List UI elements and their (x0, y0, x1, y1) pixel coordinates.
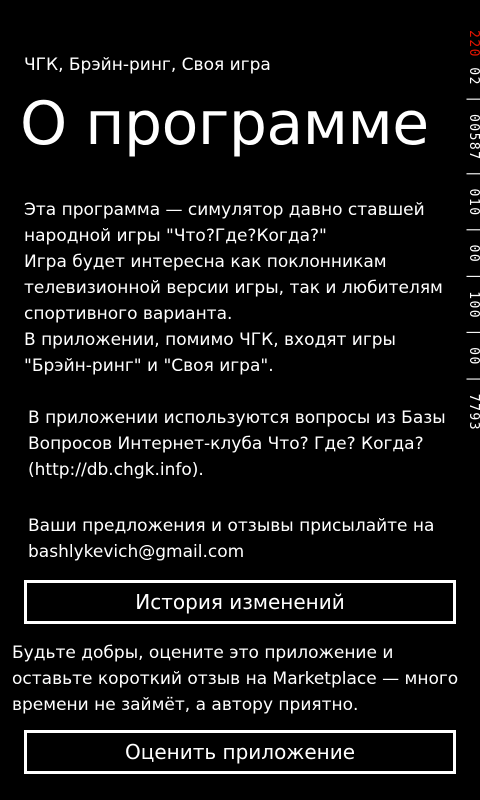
description-line: В приложении, помимо ЧГК, входят игры (24, 330, 396, 350)
feedback-line: Ваши предложения и отзывы присылайте на (28, 516, 435, 536)
description-text: Эта программа — симулятор давно ставшей … (24, 197, 443, 379)
feedback-text: Ваши предложения и отзывы присылайте на … (28, 513, 434, 565)
rate-request-line: времени не займёт, а автору приятно. (12, 695, 359, 715)
page-title: О программе (20, 89, 429, 159)
database-info-line: (http://db.chgk.info). (28, 460, 204, 480)
memory-counter-value: 02 | 00587 | 010 | 00 | 100 | 00 | 7793 (466, 57, 480, 432)
description-line: "Брэйн-ринг" и "Своя игра". (24, 356, 274, 376)
description-line: Эта программа — симулятор давно ставшей (24, 200, 425, 220)
memory-counter-overlay: 220 02 | 00587 | 010 | 00 | 100 | 00 | 7… (466, 30, 480, 431)
feedback-email: bashlykevich@gmail.com (28, 542, 245, 562)
rate-app-button[interactable]: Оценить приложение (24, 730, 456, 774)
rate-request-line: оставьте короткий отзыв на Marketplace —… (12, 669, 459, 689)
description-line: спортивного варианта. (24, 304, 233, 324)
rate-request-line: Будьте добры, оцените это приложение и (12, 643, 394, 663)
database-info-line: В приложении используются вопросы из Баз… (28, 408, 446, 428)
description-line: Игра будет интересна как поклонникам (24, 252, 387, 272)
history-button[interactable]: История изменений (24, 580, 456, 624)
rate-request-text: Будьте добры, оцените это приложение и о… (12, 640, 458, 718)
database-info-text: В приложении используются вопросы из Баз… (28, 405, 446, 483)
description-line: телевизионной версии игры, так и любител… (24, 278, 443, 298)
memory-counter-accent: 220 (466, 30, 480, 58)
app-title: ЧГК, Брэйн-ринг, Своя игра (24, 55, 271, 75)
description-line: народной игры "Что?Где?Когда?" (24, 226, 327, 246)
database-info-line: Вопросов Интернет-клуба Что? Где? Когда? (28, 434, 424, 454)
